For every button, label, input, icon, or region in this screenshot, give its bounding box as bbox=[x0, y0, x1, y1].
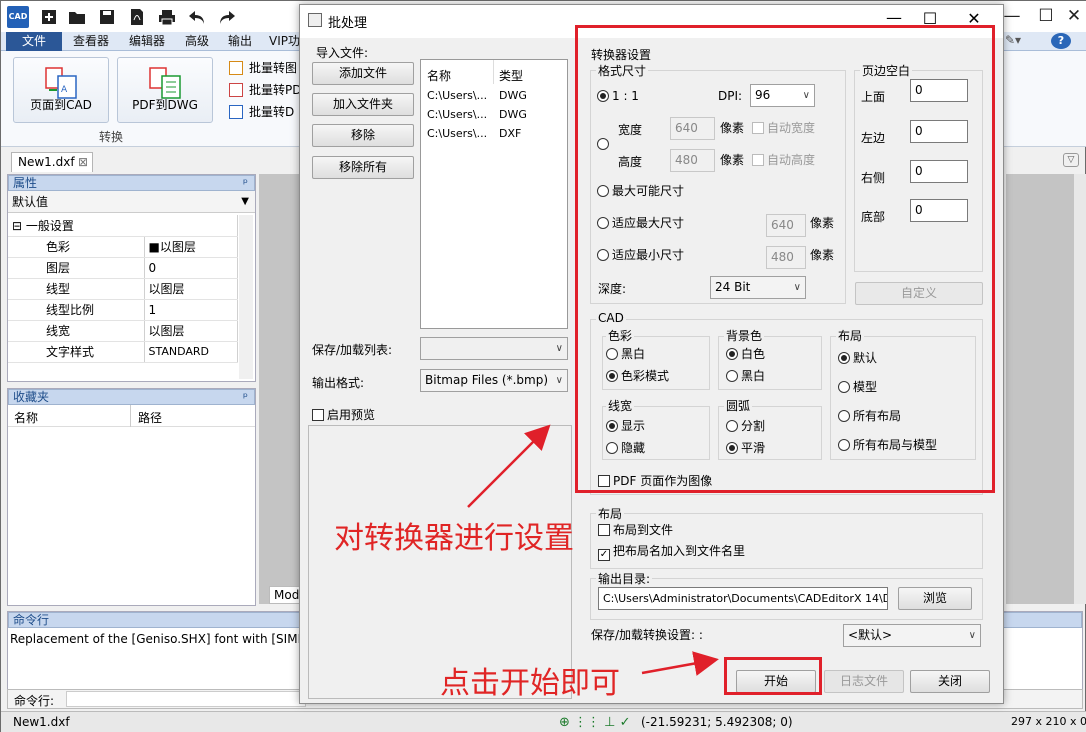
batch-pdf-icon bbox=[229, 83, 243, 97]
close-window-button[interactable]: ✕ bbox=[1059, 5, 1086, 27]
remove-button[interactable]: 移除 bbox=[312, 124, 414, 147]
tab-viewer[interactable]: 查看器 bbox=[65, 32, 117, 51]
save-list-label: 保存/加载列表: bbox=[312, 343, 393, 357]
chevron-down-icon: ▼ bbox=[241, 196, 249, 207]
snap-icons[interactable]: ⊕ ⋮⋮ ⊥ ✓ bbox=[559, 715, 631, 730]
batch-convert-pdf-item[interactable]: 批量转PD bbox=[229, 80, 301, 100]
add-folder-button[interactable]: 加入文件夹 bbox=[312, 93, 414, 116]
tab-list-icon[interactable]: ▽ bbox=[1063, 153, 1079, 167]
command-input[interactable] bbox=[66, 691, 306, 707]
print-icon[interactable] bbox=[157, 7, 177, 27]
chevron-down-icon: ∨ bbox=[555, 343, 563, 354]
browse-button[interactable]: 浏览 bbox=[898, 587, 972, 610]
document-tab[interactable]: New1.dxf ⊠ bbox=[11, 152, 93, 172]
list-item[interactable]: C:\Users\... DWG bbox=[427, 89, 527, 102]
property-row[interactable]: 线型比例 1 bbox=[8, 299, 238, 321]
layout-to-file-checkbox[interactable]: 布局到文件 bbox=[598, 522, 673, 538]
redo-icon[interactable] bbox=[217, 7, 237, 27]
property-row[interactable]: 文字样式 STANDARD bbox=[8, 341, 238, 363]
tab-advanced[interactable]: 高级 bbox=[177, 32, 217, 51]
tab-file[interactable]: 文件 bbox=[6, 32, 62, 51]
log-file-button[interactable]: 日志文件 bbox=[824, 670, 904, 693]
start-button-highlight bbox=[724, 657, 822, 695]
app-logo-icon[interactable]: CAD bbox=[7, 6, 29, 28]
batch-image-icon bbox=[229, 61, 243, 75]
properties-group-row[interactable]: ⊟ 一般设置 bbox=[8, 215, 238, 237]
property-row[interactable]: 线宽 以图层 bbox=[8, 320, 238, 342]
annotation-configure: 对转换器进行设置 bbox=[334, 521, 574, 556]
file-list[interactable]: 名称 类型 C:\Users\... DWG C:\Users\... DWG C:… bbox=[420, 59, 568, 329]
properties-selector[interactable]: 默认值 ▼ bbox=[8, 191, 255, 213]
new-file-icon[interactable] bbox=[39, 7, 59, 27]
pin-icon[interactable]: ᵖ bbox=[243, 176, 248, 190]
save-icon[interactable] bbox=[97, 7, 117, 27]
page-to-cad-icon: A bbox=[45, 67, 77, 99]
save-list-select[interactable]: ∨ bbox=[420, 337, 568, 360]
save-settings-label: 保存/加载转换设置: : bbox=[591, 628, 703, 642]
batch-dwg-icon bbox=[229, 105, 243, 119]
tab-editor[interactable]: 编辑器 bbox=[121, 32, 173, 51]
pdf-export-icon[interactable] bbox=[127, 7, 147, 27]
pdf-to-dwg-button[interactable]: PDF到DWG bbox=[117, 57, 213, 123]
page-to-cad-button[interactable]: A 页面到CAD bbox=[13, 57, 109, 123]
converter-settings-highlight bbox=[575, 25, 995, 493]
chevron-down-icon: ∨ bbox=[968, 630, 976, 641]
svg-text:A: A bbox=[61, 85, 68, 95]
style-pen-icon[interactable]: ✎▾ bbox=[1005, 33, 1035, 49]
properties-grid: ⊟ 一般设置 色彩 ■以图层 图层 0 线型 以图层 线型比例 1 线宽 以图层 文字样式… bbox=[8, 215, 238, 363]
property-row[interactable]: 色彩 ■以图层 bbox=[8, 236, 238, 258]
properties-panel: 属性 ᵖ 默认值 ▼ ⊟ 一般设置 色彩 ■以图层 图层 0 线型 以图层 线型比例 1 线… bbox=[7, 174, 256, 382]
enable-preview-checkbox[interactable]: 启用预览 bbox=[312, 407, 375, 423]
open-folder-icon[interactable] bbox=[67, 7, 87, 27]
batch-convert-image-item[interactable]: 批量转图 bbox=[229, 58, 297, 78]
help-icon[interactable]: ? bbox=[1051, 33, 1071, 49]
close-tab-icon[interactable]: ⊠ bbox=[78, 153, 88, 172]
dialog-title: 批处理 bbox=[328, 16, 368, 31]
properties-header: 属性 ᵖ bbox=[8, 175, 255, 191]
output-format-label: 输出格式: bbox=[312, 376, 365, 390]
drawing-area-right[interactable] bbox=[1006, 174, 1074, 604]
pin-icon[interactable]: ᵖ bbox=[243, 390, 248, 404]
model-tab[interactable]: Mod bbox=[269, 586, 303, 604]
favorites-columns: 名称 路径 bbox=[8, 405, 255, 427]
status-file: New1.dxf bbox=[13, 715, 70, 729]
drawing-vscrollbar[interactable] bbox=[1074, 174, 1086, 604]
close-button[interactable]: 关闭 bbox=[910, 670, 990, 693]
output-dir-input[interactable]: C:\Users\Administrator\Documents\CADEdit… bbox=[598, 587, 888, 610]
remove-all-button[interactable]: 移除所有 bbox=[312, 156, 414, 179]
maximize-button[interactable]: ☐ bbox=[1031, 5, 1061, 27]
status-paper: 297 x 210 x 0 bbox=[1011, 715, 1086, 728]
add-file-button[interactable]: 添加文件 bbox=[312, 62, 414, 85]
pdf-to-dwg-icon bbox=[149, 67, 181, 99]
save-settings-select[interactable]: <默认> ∨ bbox=[843, 624, 981, 647]
properties-scrollbar[interactable] bbox=[239, 215, 253, 379]
batch-convert-dwg-item[interactable]: 批量转D bbox=[229, 102, 294, 122]
status-coords: (-21.59231; 5.492308; 0) bbox=[641, 715, 793, 729]
list-item[interactable]: C:\Users\... DWG bbox=[427, 108, 527, 121]
favorites-header: 收藏夹 ᵖ bbox=[8, 389, 255, 405]
property-row[interactable]: 图层 0 bbox=[8, 257, 238, 279]
dialog-app-icon bbox=[308, 13, 322, 27]
annotation-click-start: 点击开始即可 bbox=[440, 666, 620, 701]
status-bar: New1.dxf ⊕ ⋮⋮ ⊥ ✓ (-21.59231; 5.492308; … bbox=[1, 711, 1086, 732]
chevron-down-icon: ∨ bbox=[555, 375, 563, 386]
import-files-label: 导入文件: bbox=[316, 46, 369, 60]
list-item[interactable]: C:\Users\... DXF bbox=[427, 127, 521, 140]
undo-icon[interactable] bbox=[187, 7, 207, 27]
ribbon-group-label: 转换 bbox=[99, 130, 124, 144]
property-row[interactable]: 线型 以图层 bbox=[8, 278, 238, 300]
output-format-select[interactable]: Bitmap Files (*.bmp) ∨ bbox=[420, 369, 568, 392]
add-layout-name-checkbox[interactable]: ✓ 把布局名加入到文件名里 bbox=[598, 543, 745, 561]
favorites-panel: 收藏夹 ᵖ 名称 路径 bbox=[7, 388, 256, 606]
tab-output[interactable]: 输出 bbox=[220, 32, 260, 51]
